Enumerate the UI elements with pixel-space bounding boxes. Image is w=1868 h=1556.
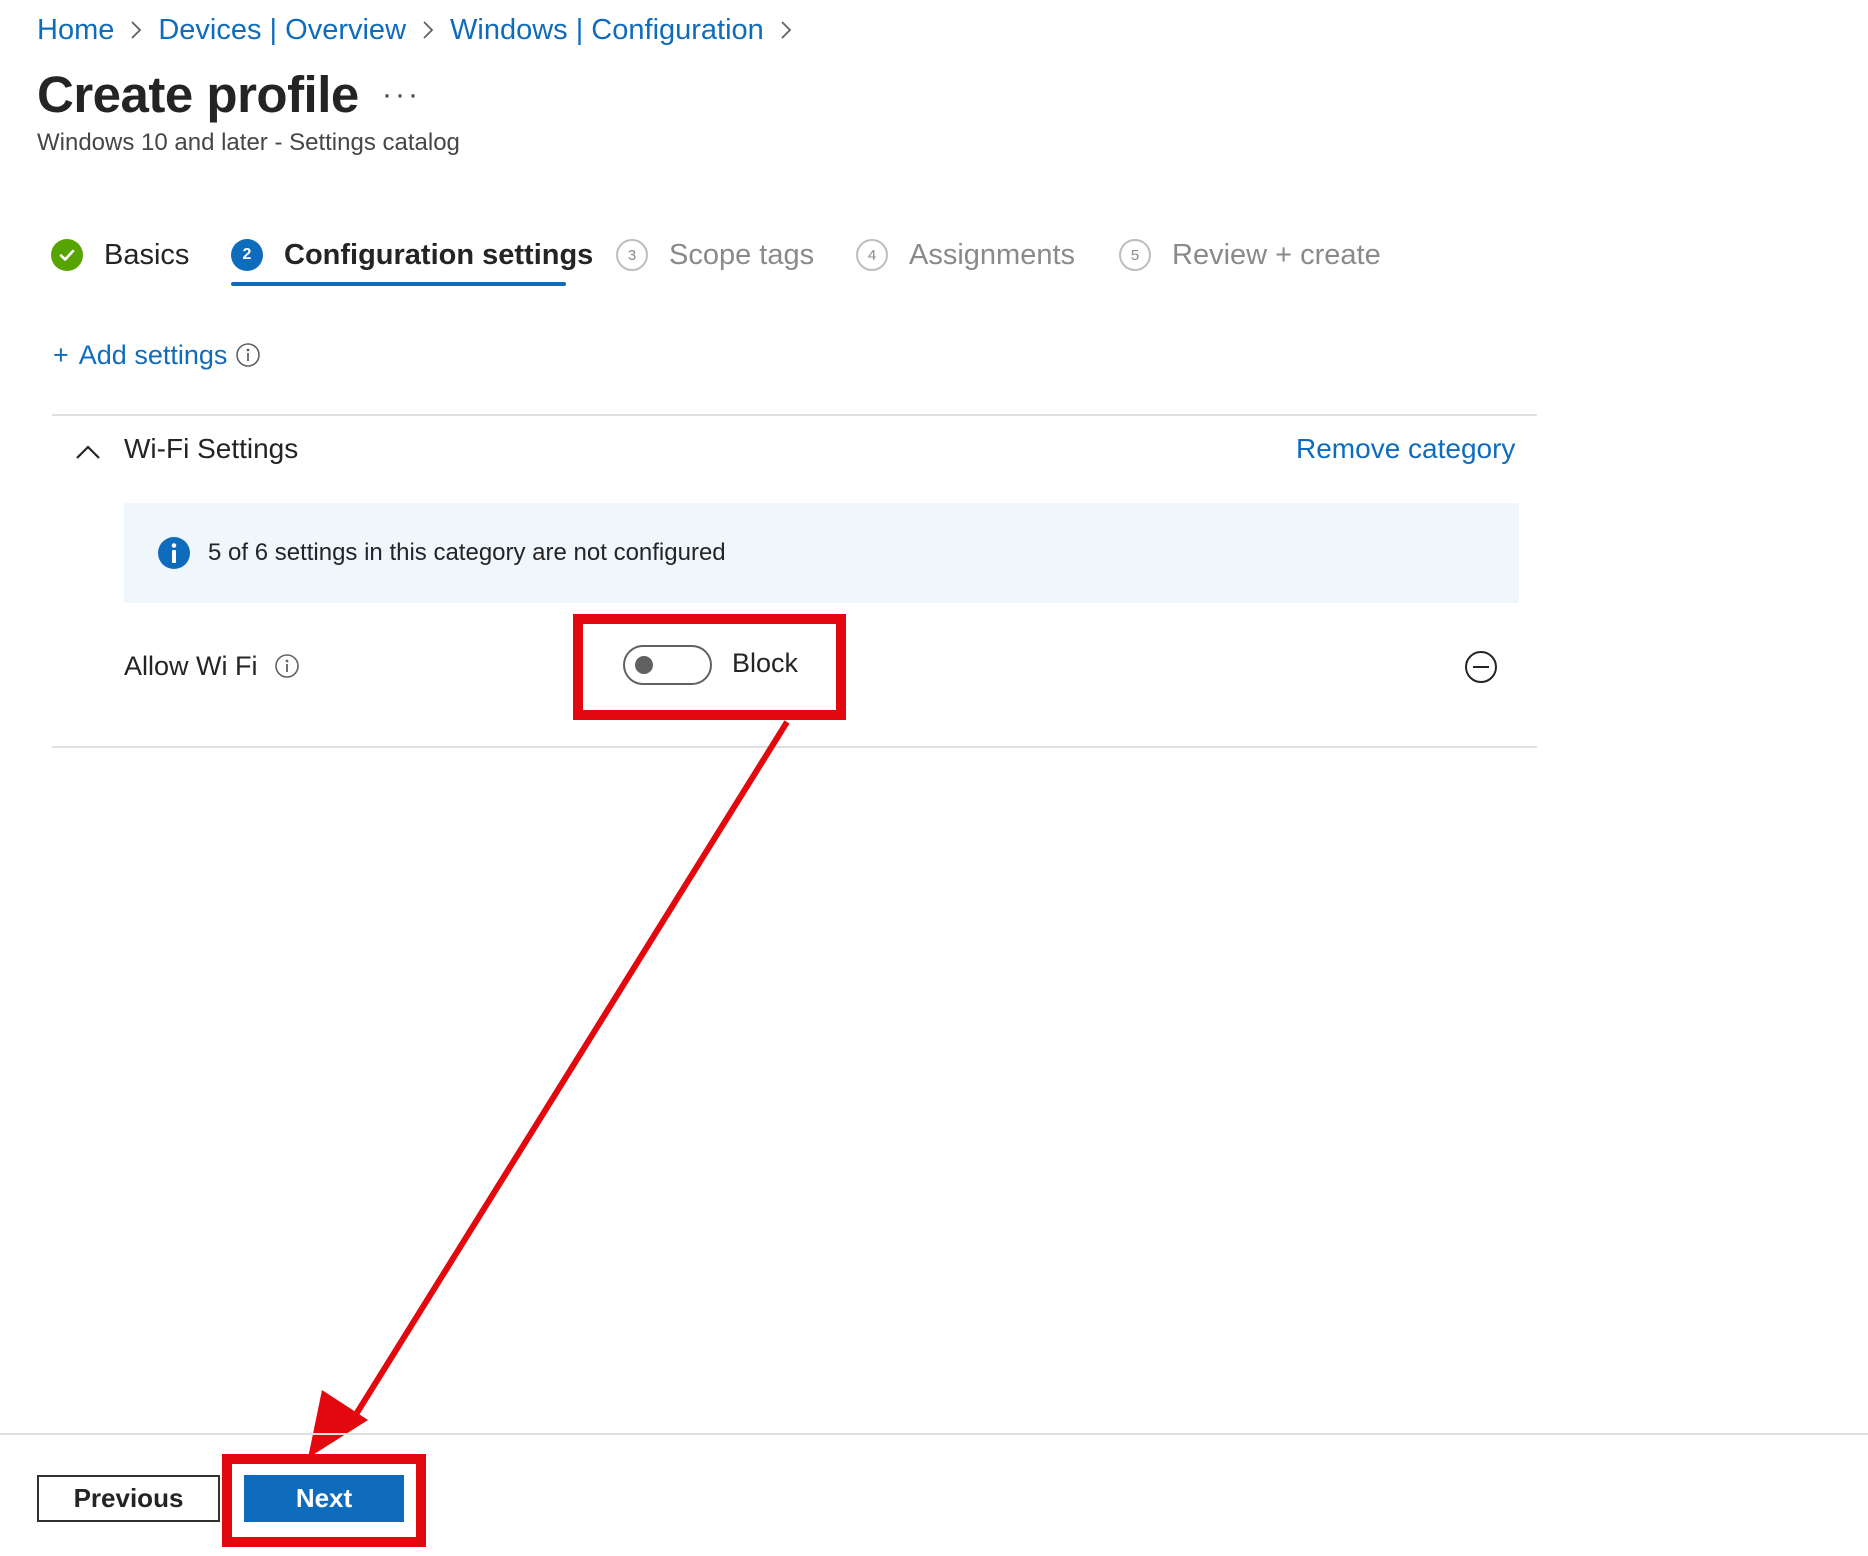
next-button[interactable]: Next [244,1475,404,1522]
allow-wifi-toggle[interactable] [623,645,712,685]
tab-configuration-settings[interactable]: 2 Configuration settings [231,232,593,278]
info-banner: 5 of 6 settings in this category are not… [124,503,1519,603]
remove-category-link[interactable]: Remove category [1296,433,1515,465]
tab-review-create-label: Review + create [1172,238,1381,271]
step-number-badge: 2 [231,239,263,271]
tab-assignments-label: Assignments [909,238,1076,271]
tab-assignments[interactable]: 4 Assignments [856,232,1075,278]
breadcrumb-windows-configuration[interactable]: Windows | Configuration [450,14,764,47]
breadcrumb: Home Devices | Overview Windows | Config… [37,10,808,50]
step-number-badge: 5 [1119,239,1151,271]
tab-review-create[interactable]: 5 Review + create [1119,232,1381,278]
breadcrumb-devices-overview[interactable]: Devices | Overview [158,14,406,47]
tab-basics[interactable]: Basics [51,232,189,278]
category-title: Wi-Fi Settings [124,433,299,464]
info-icon[interactable] [235,342,261,368]
tab-scope-tags-label: Scope tags [669,238,815,271]
page-subtitle: Windows 10 and later - Settings catalog [37,129,460,156]
page-title: Create profile [37,66,359,123]
step-number-badge: 4 [856,239,888,271]
info-icon[interactable] [274,653,300,679]
toggle-knob [635,656,653,674]
footer-divider [0,1433,1868,1435]
info-banner-text: 5 of 6 settings in this category are not… [208,539,726,566]
info-icon [157,536,191,570]
plus-icon: + [53,339,69,370]
divider [52,414,1537,416]
tab-configuration-settings-label: Configuration settings [284,238,594,271]
remove-circle-icon[interactable] [1464,650,1498,684]
chevron-right-icon [114,20,158,40]
previous-button[interactable]: Previous [37,1475,220,1522]
chevron-right-icon [406,20,450,40]
setting-label: Allow Wi Fi [124,650,258,681]
active-tab-indicator [231,282,566,286]
add-settings-label: Add settings [78,339,228,370]
add-settings-link[interactable]: + Add settings [53,335,261,375]
chevron-up-icon[interactable] [74,440,102,464]
breadcrumb-home[interactable]: Home [37,14,114,47]
more-options-button[interactable]: ··· [382,78,421,112]
toggle-state-label: Block [732,648,799,678]
tab-scope-tags[interactable]: 3 Scope tags [616,232,814,278]
setting-row-allow-wifi: Allow Wi Fi [124,648,300,684]
chevron-right-icon [764,20,808,40]
step-number-badge: 3 [616,239,648,271]
tab-basics-label: Basics [104,238,190,271]
divider [52,746,1537,748]
checkmark-icon [51,239,83,271]
